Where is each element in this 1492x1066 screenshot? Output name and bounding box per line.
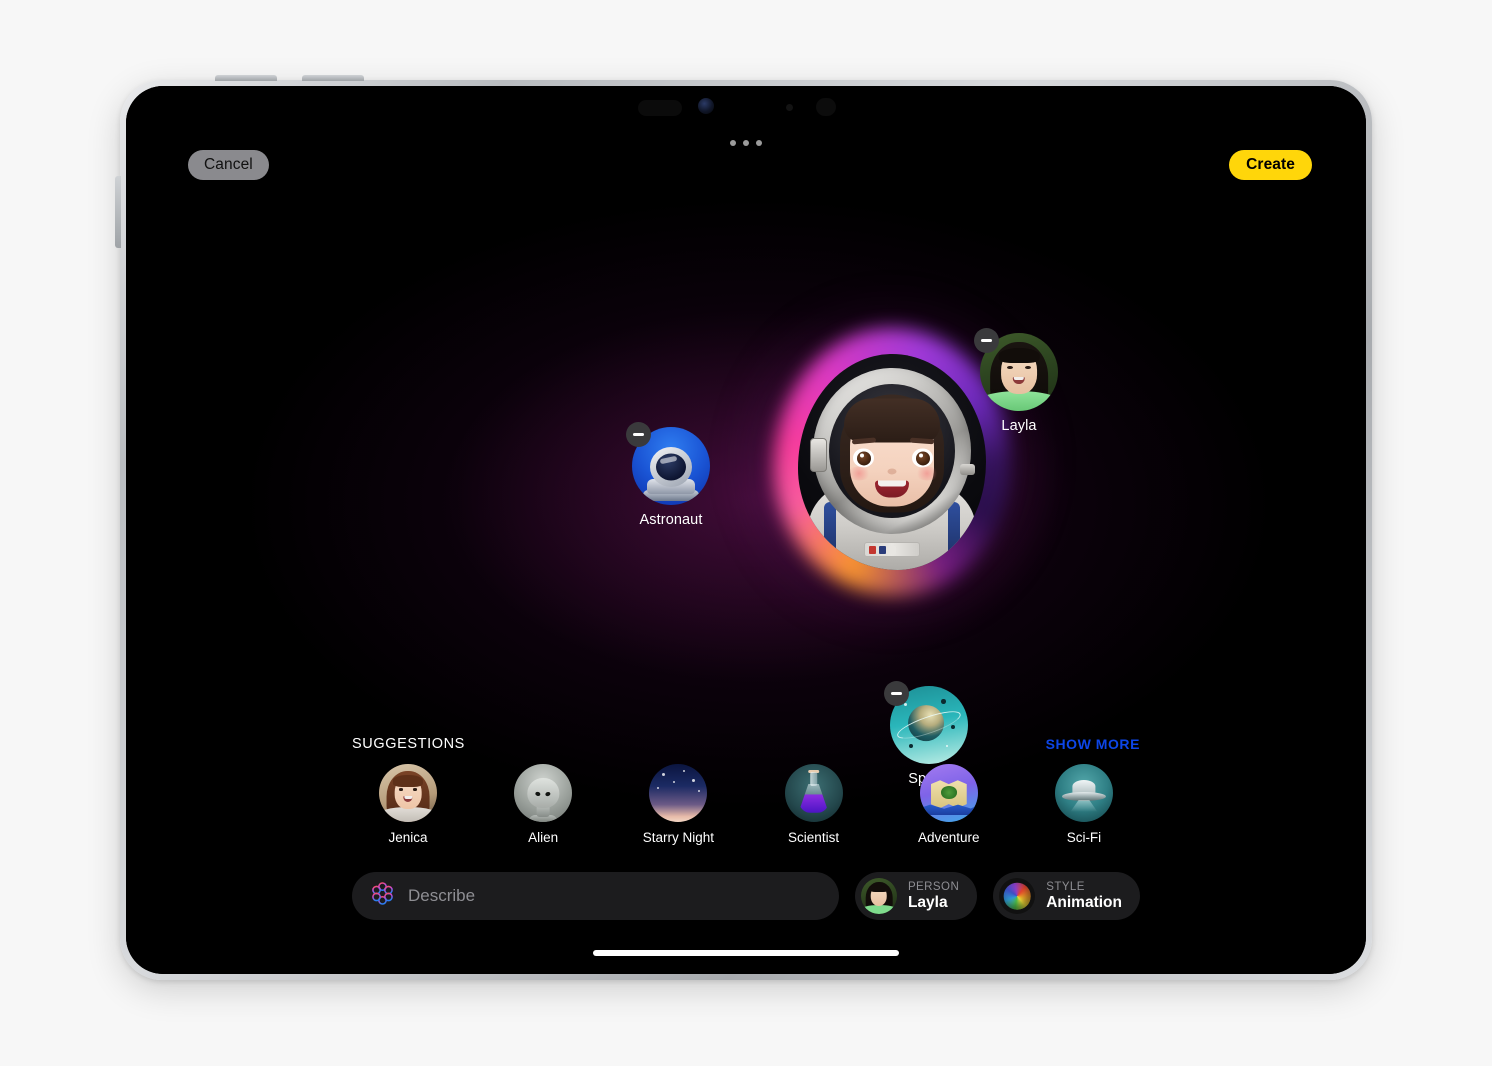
style-sphere-icon (999, 878, 1036, 914)
suggestion-label-sci-fi: Sci-Fi (1066, 830, 1102, 845)
suggestion-item-jenica[interactable]: Jenica (352, 764, 464, 845)
remove-space-button[interactable] (884, 681, 909, 706)
hair-front (844, 398, 940, 443)
person-photo-layla (860, 878, 897, 914)
eye-left (853, 448, 874, 468)
suggestion-item-scientist[interactable]: Scientist (758, 764, 870, 845)
nose (887, 468, 897, 475)
style-pill-kicker: STYLE (1046, 880, 1085, 893)
suggestion-label-adventure: Adventure (917, 830, 980, 845)
starry-night-icon (649, 764, 708, 822)
handle-dot (743, 140, 749, 146)
blush-right (915, 466, 939, 481)
create-button[interactable]: Create (1229, 150, 1312, 180)
helmet-side-knob (960, 464, 975, 475)
proximity-sensor (816, 98, 836, 116)
person-pill-button[interactable]: PERSON Layla (854, 872, 978, 920)
chip-thumb-layla[interactable] (974, 328, 1058, 411)
front-camera-lens (698, 98, 714, 114)
suit-control-panel (864, 542, 920, 557)
ipad-screen: Astronaut Layla SUGGESTIONS SHOW MORE Je… (126, 86, 1366, 974)
style-pill-button[interactable]: STYLE Animation (993, 872, 1140, 920)
remove-layla-button[interactable] (974, 328, 999, 353)
multitasking-handle[interactable] (730, 140, 762, 146)
map-icon (919, 764, 978, 822)
suggestion-label-alien: Alien (528, 830, 559, 845)
eye-right (912, 448, 933, 468)
ufo-icon (1054, 764, 1113, 822)
chip-label-layla: Layla (1001, 418, 1037, 434)
style-pill-value: Animation (1046, 893, 1122, 911)
suggestion-label-starry-night: Starry Night (642, 830, 715, 845)
describe-input[interactable]: Describe (352, 872, 839, 920)
canvas-chip-astronaut[interactable]: Astronaut (616, 422, 726, 528)
helmet-side-port (810, 438, 827, 472)
person-pill-kicker: PERSON (907, 880, 960, 893)
style-pill-text: STYLE Animation (1046, 881, 1122, 911)
ambient-light-sensor (786, 104, 793, 111)
home-indicator[interactable] (593, 950, 899, 956)
handle-dot (730, 140, 736, 146)
flask-icon (784, 764, 843, 822)
bottom-toolbar: Describe PERSON Layla STYLE Animation (126, 872, 1366, 920)
sensor-row (126, 86, 1366, 132)
suggestions-header: SUGGESTIONS SHOW MORE (352, 736, 1140, 756)
power-button[interactable] (115, 176, 121, 248)
canvas-chip-layla[interactable]: Layla (964, 328, 1074, 434)
apple-intelligence-icon (370, 881, 395, 911)
describe-placeholder: Describe (408, 886, 476, 905)
chip-label-astronaut: Astronaut (639, 512, 703, 528)
genmoji-astronaut-art (798, 354, 986, 570)
suggestions-title: SUGGESTIONS (352, 736, 465, 752)
suggestion-item-alien[interactable]: Alien (487, 764, 599, 845)
alien-head-icon (514, 764, 573, 822)
suggestion-item-starry-night[interactable]: Starry Night (622, 764, 734, 845)
genmoji-canvas: Astronaut Layla SUGGESTIONS SHOW MORE Je… (126, 86, 1366, 974)
suggestions-list: Jenica Alien Starry Night Scientist Adve… (352, 764, 1140, 845)
genmoji-face (840, 392, 944, 514)
front-camera-pill (638, 100, 682, 116)
helmet-visor (829, 384, 955, 518)
ipad-device-frame: Astronaut Layla SUGGESTIONS SHOW MORE Je… (115, 75, 1372, 980)
handle-dot (756, 140, 762, 146)
remove-astronaut-button[interactable] (626, 422, 651, 447)
suggestion-item-sci-fi[interactable]: Sci-Fi (1028, 764, 1140, 845)
person-photo-jenica (379, 764, 437, 822)
astronaut-helmet (810, 368, 975, 534)
show-more-button[interactable]: SHOW MORE (1046, 736, 1140, 752)
suggestion-label-scientist: Scientist (788, 830, 840, 845)
blush-left (847, 466, 871, 481)
person-pill-value: Layla (907, 893, 948, 911)
suggestion-item-adventure[interactable]: Adventure (893, 764, 1005, 845)
volume-down-button[interactable] (302, 75, 364, 81)
cancel-button[interactable]: Cancel (188, 150, 269, 180)
suggestion-label-jenica: Jenica (388, 830, 428, 845)
person-pill-text: PERSON Layla (908, 881, 959, 911)
chip-thumb-astronaut[interactable] (626, 422, 710, 505)
volume-up-button[interactable] (215, 75, 277, 81)
